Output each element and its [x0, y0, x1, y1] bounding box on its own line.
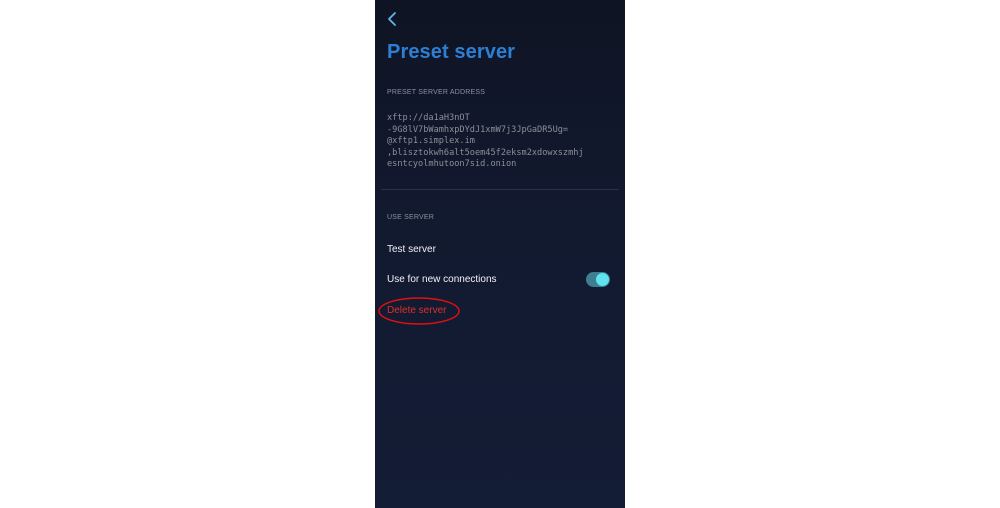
preset-address-header: PRESET SERVER ADDRESS [387, 89, 486, 96]
server-address: xftp://da1aH3nOT -9G8lV7bWamhxpDYdJ1xmW7… [387, 113, 617, 171]
use-server-header: USE SERVER [387, 214, 434, 221]
address-line: @xftp1.simplex.im [387, 136, 475, 146]
toggle-knob [596, 273, 609, 286]
use-for-new-connections-label: Use for new connections [387, 274, 497, 285]
phone-screen: Preset server PRESET SERVER ADDRESS xftp… [375, 0, 625, 508]
back-button[interactable] [385, 10, 401, 28]
highlight-annotation [378, 297, 460, 325]
test-server-button[interactable]: Test server [387, 244, 436, 255]
use-for-new-connections-toggle[interactable] [586, 272, 610, 287]
section-divider [381, 189, 619, 190]
page-title: Preset server [387, 41, 516, 63]
address-line: -9G8lV7bWamhxpDYdJ1xmW7j3JpGaDR5Ug= [387, 124, 569, 135]
address-line: ,blisztokwh6alt5oem45f2eksm2xdowxszmhj [387, 147, 584, 158]
address-line: esntcyolmhutoon7sid.onion [387, 159, 517, 169]
address-line: xftp://da1aH3nOT [387, 113, 470, 123]
chevron-left-icon [388, 12, 396, 26]
